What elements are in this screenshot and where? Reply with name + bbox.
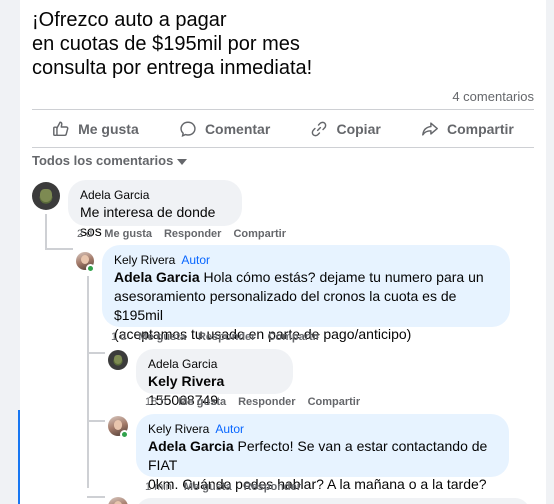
mention-link[interactable]: Kely Rivera (148, 373, 224, 389)
comment-like-button[interactable]: Me gusta (184, 481, 232, 493)
like-button[interactable]: Me gusta (52, 120, 139, 138)
online-status-indicator (120, 430, 129, 439)
mention-link[interactable]: Adela Garcia (148, 438, 234, 454)
thread-line (45, 248, 73, 250)
like-icon (53, 121, 69, 137)
comment-meta: 1 min Me gusta Responder (145, 481, 301, 493)
post-line: en cuotas de $195mil por mes (32, 33, 300, 55)
thread-line (87, 420, 105, 422)
comment-like-button[interactable]: Me gusta (104, 228, 152, 240)
comment-icon (180, 121, 196, 138)
comment-bubble: Adela Garcia Me interesa de donde sos (68, 180, 242, 239)
page-background-left (0, 0, 20, 504)
comment-button[interactable]: Comentar (179, 120, 270, 138)
comment-share-button[interactable]: Compartir (267, 331, 320, 343)
copy-link-button[interactable]: Copiar (310, 120, 381, 138)
page-background-right (546, 0, 554, 504)
comment-share-button[interactable]: Compartir (233, 228, 286, 240)
comment-bubble: Adela Garcia Kely Rivera 155068749 (136, 349, 293, 408)
avatar[interactable] (108, 350, 128, 370)
comment-time[interactable]: 1 d (111, 331, 126, 343)
comment-author[interactable]: Kely Rivera (114, 252, 175, 268)
comment-text-line: Hola cómo estás? dejame tu numero para u… (199, 269, 484, 285)
copy-label: Copiar (336, 121, 381, 137)
post-line: consulta por entrega inmediata! (32, 57, 313, 79)
comment-bubble (136, 498, 530, 504)
comment-time[interactable]: 1 min (145, 481, 172, 493)
comment-like-button[interactable]: Me gusta (138, 331, 186, 343)
copy-link-icon (312, 121, 327, 137)
comment-bubble: Kely Rivera Autor Adela Garcia Perfecto!… (136, 414, 509, 492)
comment-author[interactable]: Adela Garcia (80, 187, 149, 203)
thread-line (87, 352, 105, 354)
like-label: Me gusta (78, 121, 139, 137)
sort-label: Todos los comentarios (32, 153, 174, 168)
comment-meta: 2 d Me gusta Responder Compartir (77, 228, 286, 240)
divider (32, 147, 534, 148)
active-comment-indicator (18, 410, 20, 504)
mention-link[interactable]: Adela Garcia (114, 269, 200, 285)
comment-bubble: Kely Rivera Autor Adela Garcia Hola cómo… (102, 245, 510, 342)
chevron-down-icon (177, 158, 188, 165)
comment-reply-button[interactable]: Responder (198, 331, 255, 343)
thread-line (87, 496, 105, 498)
post-body: ¡Ofrezco auto a pagar en cuotas de $195m… (32, 8, 532, 80)
author-badge: Autor (215, 422, 245, 436)
comment-text-line: asesoramiento personalizado del cronos l… (114, 288, 457, 323)
comment-reply-button[interactable]: Responder (164, 228, 221, 240)
comment-sort-dropdown[interactable]: Todos los comentarios (32, 153, 188, 168)
comment-time[interactable]: 18 h (145, 396, 166, 408)
author-badge: Autor (181, 253, 211, 267)
comment-label: Comentar (204, 121, 271, 137)
share-icon (422, 122, 438, 136)
comment-meta: 1 d Me gusta Responder Compartir (111, 331, 320, 343)
comment-count-link[interactable]: 4 comentarios (452, 89, 534, 104)
comment-author[interactable]: Kely Rivera (148, 421, 209, 437)
comment-meta: 18 h Me gusta Responder Compartir (145, 396, 360, 408)
share-button[interactable]: Compartir (421, 120, 514, 138)
comment-time[interactable]: 2 d (77, 228, 92, 240)
avatar[interactable] (32, 182, 60, 210)
thread-line (87, 276, 89, 488)
comment-reply-button[interactable]: Responder (244, 481, 301, 493)
thread-line (45, 214, 47, 250)
comment-author[interactable]: Adela Garcia (148, 356, 217, 372)
post-line: ¡Ofrezco auto a pagar (32, 9, 227, 31)
avatar[interactable] (108, 497, 128, 504)
divider (32, 109, 534, 110)
post-actions-bar: Me gusta Comentar Copiar Compartir (32, 112, 534, 146)
comment-reply-button[interactable]: Responder (238, 396, 295, 408)
comment-share-button[interactable]: Compartir (308, 396, 361, 408)
online-status-indicator (86, 264, 95, 273)
comment-like-button[interactable]: Me gusta (178, 396, 226, 408)
share-label: Compartir (446, 121, 514, 137)
post-card: ¡Ofrezco auto a pagar en cuotas de $195m… (20, 0, 546, 504)
